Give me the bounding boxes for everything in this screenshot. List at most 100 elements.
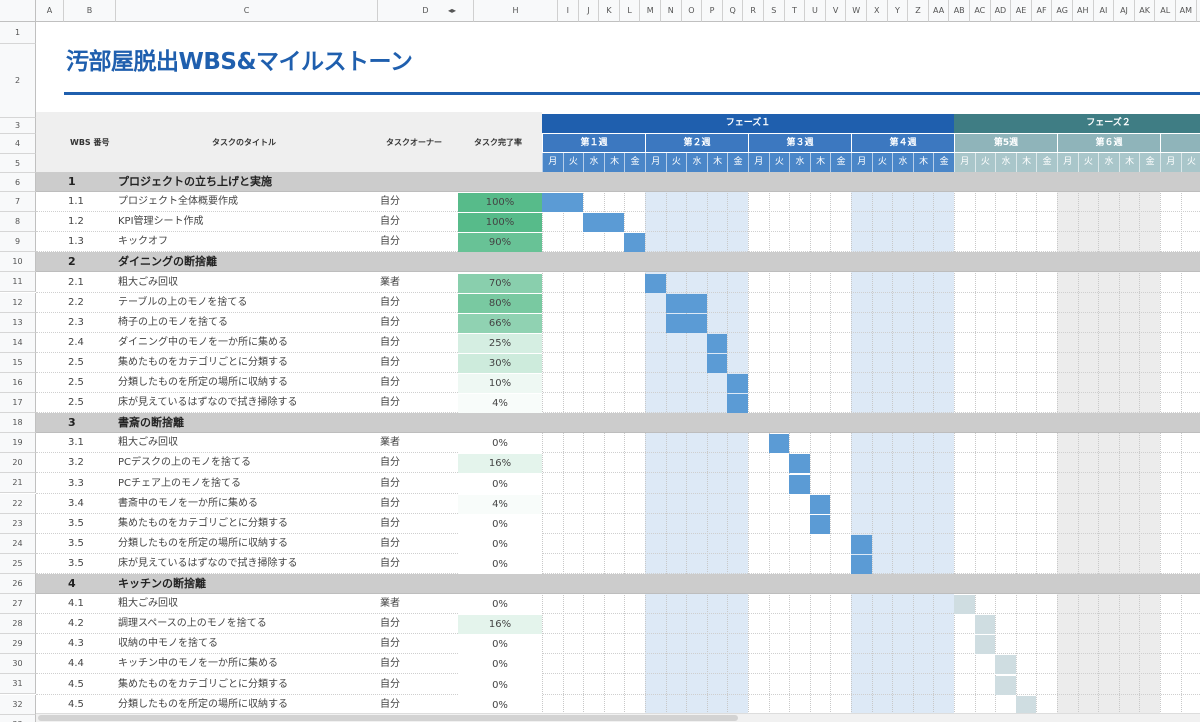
gantt-bar[interactable]	[583, 213, 625, 233]
completion-rate[interactable]: 0%	[458, 434, 542, 454]
wbs-number[interactable]: 4.4	[68, 654, 84, 674]
column-header-ae[interactable]: AE	[1011, 0, 1032, 22]
task-title[interactable]: ダイニング中のモノを一か所に集める	[118, 333, 288, 353]
day-header[interactable]: 金	[624, 153, 645, 172]
column-header-ag[interactable]: AG	[1052, 0, 1073, 22]
gantt-bar[interactable]	[954, 595, 975, 615]
wbs-number[interactable]: 4.1	[68, 594, 84, 614]
completion-rate[interactable]: 30%	[458, 353, 542, 373]
wbs-number[interactable]: 4.2	[68, 614, 84, 634]
day-header[interactable]: 月	[1160, 153, 1181, 172]
section-title[interactable]: ダイニングの断捨離	[118, 252, 217, 272]
row-header-6[interactable]: 6	[0, 173, 36, 192]
row-header-29[interactable]: 29	[0, 634, 36, 655]
row-header-16[interactable]: 16	[0, 372, 36, 393]
column-header-m[interactable]: M	[640, 0, 661, 22]
column-header-ai[interactable]: AI	[1093, 0, 1115, 22]
row-header-32[interactable]: 32	[0, 694, 36, 715]
day-header[interactable]: 木	[912, 153, 934, 172]
header-rate[interactable]: タスク完了率	[474, 137, 522, 148]
completion-rate[interactable]: 66%	[458, 313, 542, 333]
column-header-an[interactable]: AN	[1196, 0, 1200, 22]
gantt-bar[interactable]	[727, 394, 748, 414]
column-header-x[interactable]: X	[867, 0, 888, 22]
day-header[interactable]: 火	[768, 153, 790, 172]
column-header-aj[interactable]: AJ	[1114, 0, 1135, 22]
row-header-20[interactable]: 20	[0, 453, 36, 474]
day-header[interactable]: 水	[789, 153, 810, 172]
wbs-number[interactable]: 4.5	[68, 675, 84, 695]
task-owner[interactable]: 業者	[380, 273, 400, 293]
completion-rate[interactable]: 16%	[458, 615, 542, 635]
wbs-number[interactable]: 4.5	[68, 695, 84, 715]
completion-rate[interactable]: 0%	[458, 514, 542, 534]
task-title[interactable]: 調理スペースの上のモノを捨てる	[118, 614, 267, 634]
row-header-11[interactable]: 11	[0, 272, 36, 293]
gantt-bar[interactable]	[995, 675, 1016, 695]
row-header-22[interactable]: 22	[0, 493, 36, 514]
wbs-number[interactable]: 2	[68, 252, 76, 272]
column-header-h[interactable]: H	[474, 0, 558, 22]
row-header-21[interactable]: 21	[0, 473, 36, 494]
completion-rate[interactable]: 0%	[458, 595, 542, 615]
gantt-bar[interactable]	[665, 293, 707, 313]
section-title[interactable]: 書斎の断捨離	[118, 413, 184, 433]
gantt-bar[interactable]	[727, 374, 748, 394]
gantt-bar[interactable]	[974, 615, 996, 635]
column-header-aa[interactable]: AA	[928, 0, 950, 22]
day-header[interactable]: 火	[562, 153, 584, 172]
header-task[interactable]: タスクのタイトル	[212, 137, 276, 148]
column-header-n[interactable]: N	[661, 0, 682, 22]
completion-rate[interactable]: 90%	[458, 233, 542, 253]
task-title[interactable]: 粗大ごみ回収	[118, 273, 178, 293]
completion-rate[interactable]: 25%	[458, 333, 542, 353]
wbs-number[interactable]: 2.5	[68, 373, 84, 393]
day-header[interactable]: 木	[1118, 153, 1140, 172]
completion-rate[interactable]: 0%	[458, 534, 542, 554]
completion-rate[interactable]: 4%	[458, 394, 542, 414]
day-header[interactable]: 水	[892, 153, 913, 172]
task-title[interactable]: 粗大ごみ回収	[118, 433, 178, 453]
row-header-17[interactable]: 17	[0, 393, 36, 414]
row-header-9[interactable]: 9	[0, 232, 36, 253]
task-owner[interactable]: 自分	[380, 554, 400, 574]
section-title[interactable]: プロジェクトの立ち上げと実施	[118, 172, 272, 192]
row-header-31[interactable]: 31	[0, 674, 36, 695]
column-header-z[interactable]: Z	[908, 0, 929, 22]
task-owner[interactable]: 自分	[380, 675, 400, 695]
task-title[interactable]: キックオフ	[118, 232, 168, 252]
day-header[interactable]: 月	[1057, 153, 1078, 172]
completion-rate[interactable]: 100%	[458, 193, 542, 213]
column-header-b[interactable]: B	[64, 0, 116, 22]
task-owner[interactable]: 自分	[380, 333, 400, 353]
column-header-am[interactable]: AM	[1176, 0, 1197, 22]
row-header-30[interactable]: 30	[0, 654, 36, 675]
header-wbs[interactable]: WBS 番号	[70, 137, 109, 148]
day-header[interactable]: 水	[686, 153, 707, 172]
row-header-10[interactable]: 10	[0, 252, 36, 273]
hidden-columns-toggle-icon[interactable]: ◂▸	[444, 0, 460, 22]
column-header-a[interactable]: A	[36, 0, 64, 22]
task-title[interactable]: プロジェクト全体概要作成	[118, 192, 238, 212]
gantt-bar[interactable]	[851, 554, 872, 574]
completion-rate[interactable]: 0%	[458, 554, 542, 574]
task-owner[interactable]: 自分	[380, 373, 400, 393]
column-header-c[interactable]: C	[116, 0, 378, 22]
column-header-ac[interactable]: AC	[970, 0, 991, 22]
task-owner[interactable]: 自分	[380, 453, 400, 473]
day-header[interactable]: 月	[645, 153, 666, 172]
day-header[interactable]: 木	[603, 153, 625, 172]
row-header-7[interactable]: 7	[0, 192, 36, 213]
completion-rate[interactable]: 0%	[458, 655, 542, 675]
sheet-title[interactable]: 汚部屋脱出WBS&マイルストーン	[66, 42, 413, 76]
task-owner[interactable]: 業者	[380, 594, 400, 614]
column-header-s[interactable]: S	[764, 0, 785, 22]
column-header-v[interactable]: V	[825, 0, 847, 22]
gantt-bar[interactable]	[789, 454, 810, 474]
task-owner[interactable]: 自分	[380, 212, 400, 232]
wbs-number[interactable]: 2.5	[68, 353, 84, 373]
task-owner[interactable]: 自分	[380, 614, 400, 634]
gantt-bar[interactable]	[706, 353, 728, 373]
column-header-af[interactable]: AF	[1031, 0, 1053, 22]
task-title[interactable]: 床が見えているはずなので拭き掃除する	[118, 393, 298, 413]
